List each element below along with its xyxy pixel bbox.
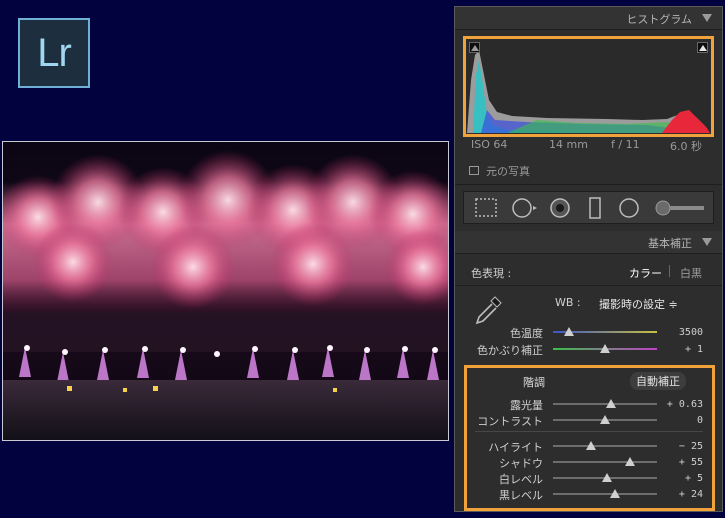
slider-label: ハイライト	[488, 441, 543, 454]
radial-filter-icon[interactable]	[618, 197, 640, 218]
tint-value[interactable]: + 1	[665, 344, 703, 355]
wb-select[interactable]: 撮影時の設定 ≑	[599, 296, 678, 312]
histogram[interactable]	[467, 40, 710, 133]
tint-slider-handle[interactable]	[600, 344, 610, 353]
treatment-divider	[669, 265, 670, 277]
slider-track[interactable]	[553, 493, 657, 495]
fireworks-photo	[3, 142, 448, 440]
slider-value[interactable]: + 55	[665, 457, 703, 468]
slider-label: 白レベル	[499, 473, 543, 486]
graduated-filter-icon[interactable]	[586, 196, 604, 219]
histogram-title: ヒストグラム	[626, 13, 692, 26]
divider	[455, 184, 722, 185]
shutter-readout: 6.0 秒	[670, 140, 702, 153]
divider	[455, 285, 722, 286]
slider-handle[interactable]	[602, 473, 613, 482]
temp-slider-handle[interactable]	[563, 327, 574, 336]
shadow-clipping-icon[interactable]	[469, 42, 480, 53]
lightroom-logo: Lr	[18, 18, 90, 88]
develop-panel: ヒストグラム ISO 64 14 mm f / 11 6.0 秒 元の写真 基本…	[454, 6, 723, 512]
slider-value[interactable]: + 0.63	[665, 399, 703, 410]
crop-tool-icon[interactable]	[474, 197, 498, 218]
slider-handle[interactable]	[624, 457, 635, 466]
wb-label: WB :	[555, 296, 581, 309]
histogram-header[interactable]: ヒストグラム	[455, 7, 722, 30]
slider-label: 露光量	[510, 399, 543, 412]
iso-readout: ISO 64	[471, 138, 508, 151]
histogram-graph	[467, 50, 710, 133]
collapse-triangle-icon[interactable]	[702, 238, 712, 246]
temp-value[interactable]: 3500	[665, 327, 703, 338]
slider-handle[interactable]	[600, 415, 610, 424]
focal-length-readout: 14 mm	[549, 138, 588, 151]
basic-header[interactable]: 基本補正	[455, 231, 722, 254]
tint-label: 色かぶり補正	[477, 344, 543, 357]
slider-value[interactable]: − 25	[665, 441, 703, 452]
slider-label: 黒レベル	[499, 489, 543, 502]
slider-label: シャドウ	[499, 457, 543, 470]
slider-value[interactable]: 0	[665, 415, 703, 426]
basic-title: 基本補正	[648, 237, 692, 250]
temp-label: 色温度	[510, 327, 543, 340]
tool-strip	[463, 191, 714, 224]
red-eye-icon[interactable]	[549, 197, 571, 218]
treatment-label: 色表現 :	[471, 267, 512, 280]
aperture-readout: f / 11	[611, 138, 640, 151]
slider-handle[interactable]	[586, 441, 597, 450]
original-photo-label: 元の写真	[486, 165, 530, 178]
divider	[475, 431, 703, 432]
spot-removal-icon[interactable]	[510, 197, 540, 218]
slider-value[interactable]: + 5	[665, 473, 703, 484]
original-photo-checkbox[interactable]	[469, 166, 479, 175]
highlight-clipping-icon[interactable]	[697, 42, 708, 53]
eyedropper-glyph	[475, 296, 502, 325]
slider-handle[interactable]	[610, 489, 621, 498]
slider-handle[interactable]	[606, 399, 617, 408]
wb-eyedropper-icon[interactable]	[471, 293, 505, 329]
slider-track[interactable]	[553, 461, 657, 463]
slider-label: コントラスト	[477, 415, 543, 428]
tone-label: 階調	[523, 376, 545, 389]
collapse-triangle-icon[interactable]	[702, 14, 712, 22]
photo-preview	[2, 141, 449, 441]
slider-track[interactable]	[553, 403, 657, 405]
slider-value[interactable]: + 24	[665, 489, 703, 500]
treatment-color-option[interactable]: カラー	[629, 265, 662, 281]
slider-track[interactable]	[553, 445, 657, 447]
auto-tone-button[interactable]: 自動補正	[630, 372, 686, 390]
adjustment-brush-icon[interactable]	[654, 197, 706, 218]
treatment-bw-option[interactable]: 白黒	[680, 265, 702, 281]
